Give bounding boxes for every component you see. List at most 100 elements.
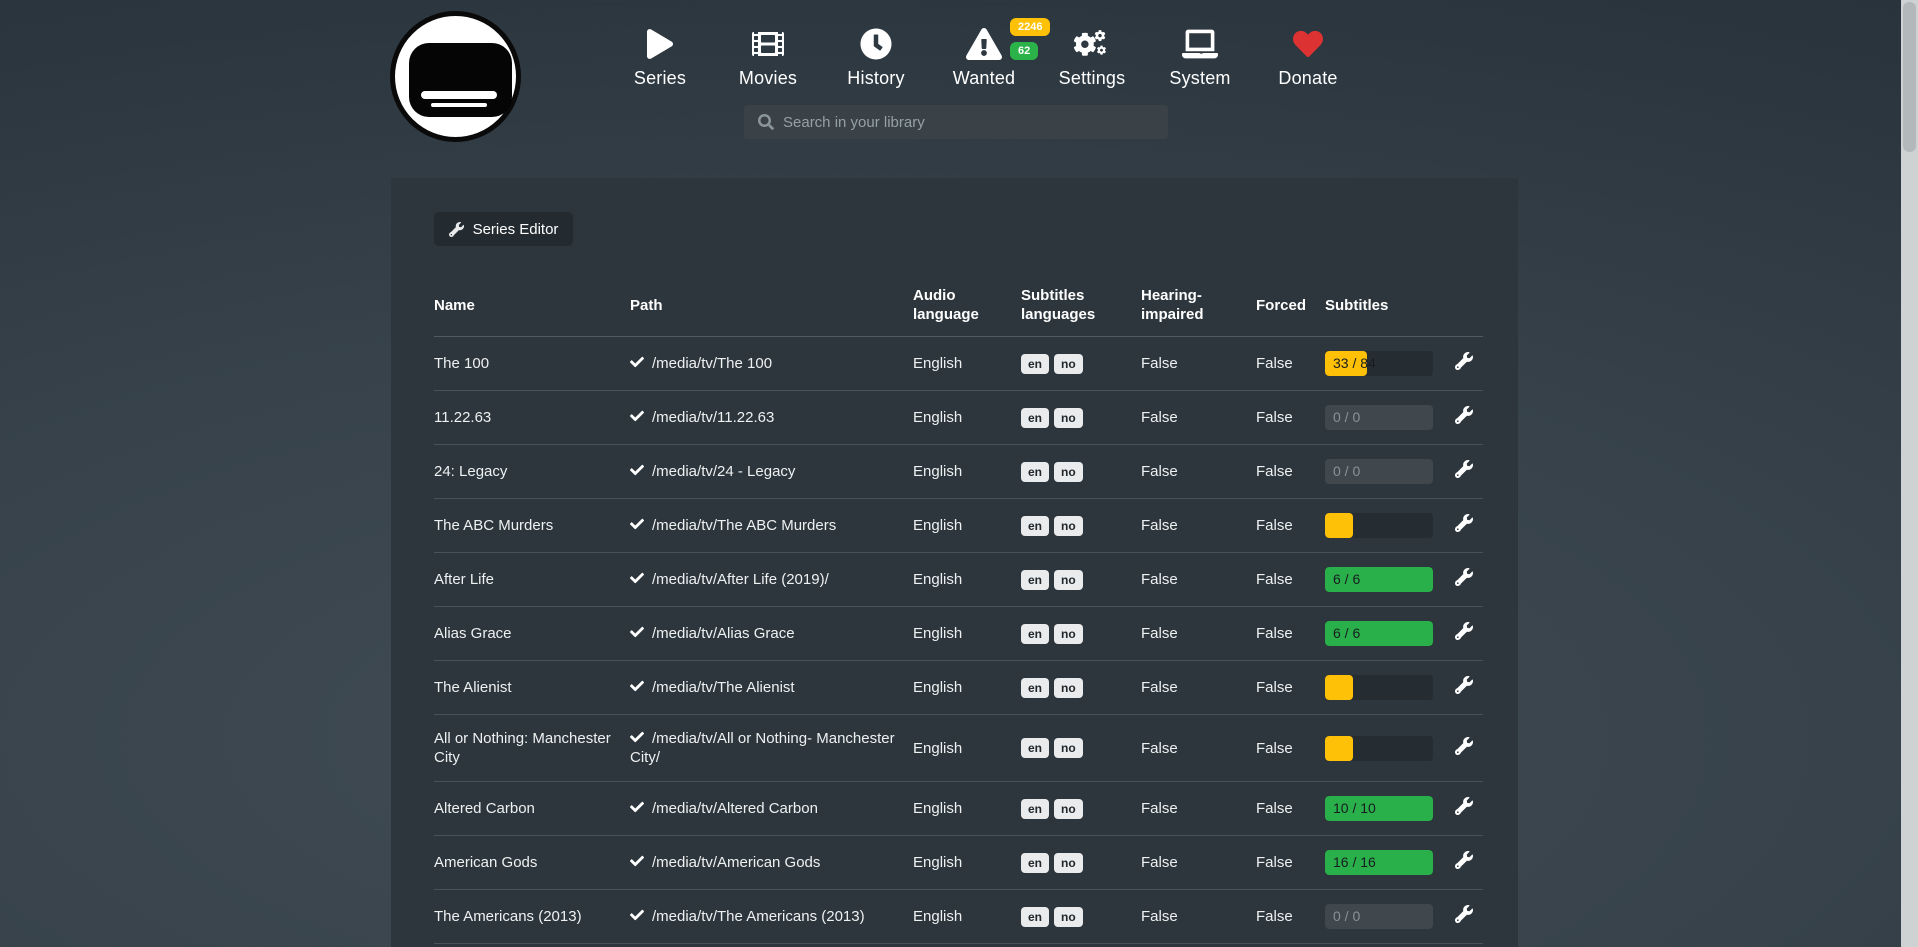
subtitles-cell: [1325, 715, 1455, 782]
series-path-cell: /media/tv/The ABC Murders: [630, 499, 913, 553]
audio-language-cell: English: [913, 391, 1021, 445]
series-editor-label: Series Editor: [473, 221, 559, 238]
wanted-movies-badge: 62: [1010, 42, 1038, 60]
edit-series-button[interactable]: [1455, 797, 1473, 818]
laptop-icon: [1146, 24, 1254, 64]
nav-item-settings[interactable]: Settings: [1038, 24, 1146, 89]
subtitles-languages-cell: enno: [1021, 890, 1141, 944]
series-path-text: /media/tv/Altered Carbon: [652, 800, 818, 817]
series-path-text: /media/tv/11.22.63: [652, 409, 774, 426]
table-row: 11.22.63 /media/tv/11.22.63 English enno…: [434, 391, 1483, 445]
nav-item-history[interactable]: History: [822, 24, 930, 89]
subtitles-progress: [1325, 513, 1433, 538]
subtitles-languages-cell: enno: [1021, 944, 1141, 947]
language-badge: no: [1054, 907, 1083, 927]
check-icon: [630, 678, 644, 697]
subtitles-progress: 10 / 10: [1325, 796, 1433, 821]
wrench-icon: [1455, 797, 1473, 815]
forced-cell: False: [1256, 607, 1325, 661]
wrench-icon: [1455, 851, 1473, 869]
series-path-text: /media/tv/24 - Legacy: [652, 463, 795, 480]
edit-series-button[interactable]: [1455, 406, 1473, 427]
series-path-text: /media/tv/After Life (2019)/: [652, 571, 829, 588]
wrench-icon: [1455, 460, 1473, 478]
series-path-text: /media/tv/Alias Grace: [652, 625, 795, 642]
series-name-cell: The 100: [434, 337, 630, 391]
series-name-cell: Altered Carbon: [434, 782, 630, 836]
subtitles-progress-text: 0 / 0: [1333, 405, 1360, 430]
actions-cell: [1455, 391, 1483, 445]
page-scrollbar[interactable]: [1901, 0, 1918, 947]
subtitles-progress-text: 6 / 6: [1333, 621, 1360, 646]
subtitles-cell: 33 / 84: [1325, 337, 1455, 391]
edit-series-button[interactable]: [1455, 460, 1473, 481]
subtitles-cell: 6 / 6: [1325, 607, 1455, 661]
audio-language-cell: English: [913, 890, 1021, 944]
table-row: The 100 /media/tv/The 100 English enno F…: [434, 337, 1483, 391]
subtitles-progress: [1325, 736, 1433, 761]
actions-cell: [1455, 890, 1483, 944]
language-badge: no: [1054, 678, 1083, 698]
scrollbar-thumb[interactable]: [1903, 2, 1916, 152]
edit-series-button[interactable]: [1455, 622, 1473, 643]
subtitles-progress: 6 / 6: [1325, 567, 1433, 592]
subtitles-progress: 33 / 84: [1325, 351, 1433, 376]
edit-series-button[interactable]: [1455, 514, 1473, 535]
nav-item-wanted[interactable]: Wanted 2246 62: [930, 24, 1038, 89]
nav-label: System: [1146, 68, 1254, 89]
subtitles-cell: 6 / 6: [1325, 553, 1455, 607]
hearing-impaired-cell: False: [1141, 391, 1256, 445]
column-header-forced: Forced: [1256, 274, 1325, 337]
series-path-cell: /media/tv/The Alienist: [630, 661, 913, 715]
subtitles-progress-text: 6 / 6: [1333, 567, 1360, 592]
bazarr-logo[interactable]: [390, 11, 521, 142]
edit-series-button[interactable]: [1455, 851, 1473, 872]
subtitles-progress: [1325, 675, 1433, 700]
series-path-text: /media/tv/The Americans (2013): [652, 908, 865, 925]
edit-series-button[interactable]: [1455, 905, 1473, 926]
forced-cell: False: [1256, 445, 1325, 499]
language-badge: en: [1021, 907, 1049, 927]
series-path-text: /media/tv/All or Nothing- Manchester Cit…: [630, 730, 895, 766]
check-icon: [630, 799, 644, 818]
subtitles-progress-text: 0 / 0: [1333, 459, 1360, 484]
series-editor-button[interactable]: Series Editor: [434, 212, 573, 246]
check-icon: [630, 354, 644, 373]
wrench-icon: [1455, 676, 1473, 694]
edit-series-button[interactable]: [1455, 676, 1473, 697]
table-header-row: Name Path Audio language Subtitles langu…: [434, 274, 1483, 337]
series-name-cell: The ABC Murders: [434, 499, 630, 553]
hearing-impaired-cell: False: [1141, 782, 1256, 836]
table-row: After Life /media/tv/After Life (2019)/ …: [434, 553, 1483, 607]
language-badge: no: [1054, 462, 1083, 482]
subtitles-languages-cell: enno: [1021, 445, 1141, 499]
nav-item-series[interactable]: Series: [606, 24, 714, 89]
actions-cell: [1455, 836, 1483, 890]
edit-series-button[interactable]: [1455, 568, 1473, 589]
actions-cell: [1455, 337, 1483, 391]
subtitles-languages-cell: enno: [1021, 782, 1141, 836]
actions-cell: [1455, 445, 1483, 499]
subtitles-progress-text: 33 / 84: [1333, 351, 1376, 376]
logo-tv-shape: [409, 43, 512, 117]
nav-label: Movies: [714, 68, 822, 89]
audio-language-cell: English: [913, 661, 1021, 715]
wrench-icon: [1455, 905, 1473, 923]
hearing-impaired-cell: False: [1141, 553, 1256, 607]
subtitles-progress: 16 / 16: [1325, 850, 1433, 875]
series-name-cell: 24: Legacy: [434, 445, 630, 499]
wrench-icon: [1455, 737, 1473, 755]
forced-cell: False: [1256, 391, 1325, 445]
edit-series-button[interactable]: [1455, 352, 1473, 373]
series-name-cell: All or Nothing: Manchester City: [434, 715, 630, 782]
nav-item-donate[interactable]: Donate: [1254, 24, 1362, 89]
search-input[interactable]: [783, 114, 1158, 131]
hearing-impaired-cell: False: [1141, 607, 1256, 661]
edit-series-button[interactable]: [1455, 737, 1473, 758]
series-name-cell: 11.22.63: [434, 391, 630, 445]
nav-item-movies[interactable]: Movies: [714, 24, 822, 89]
column-header-name: Name: [434, 274, 630, 337]
nav-item-system[interactable]: System: [1146, 24, 1254, 89]
wrench-icon: [449, 222, 464, 237]
play-icon: [606, 24, 714, 64]
